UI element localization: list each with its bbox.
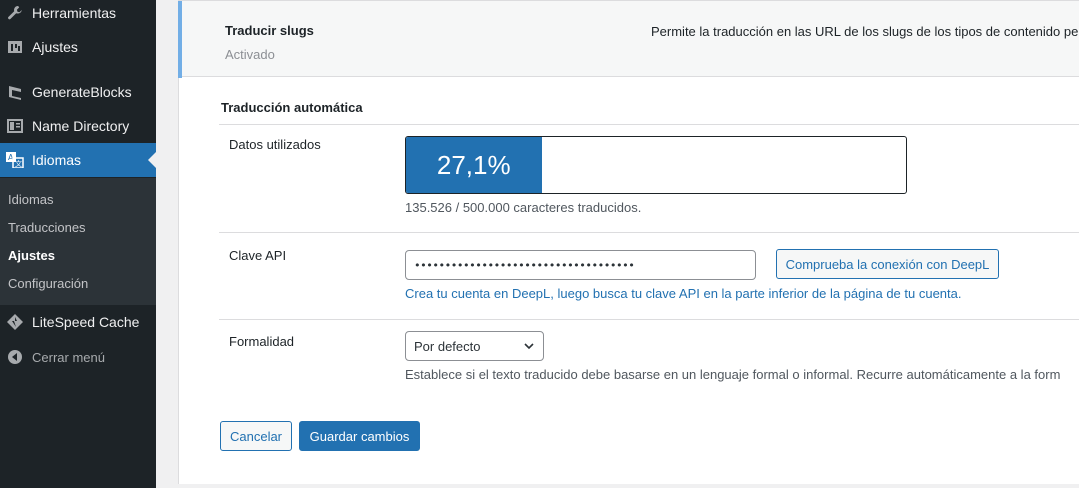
menu-item-name-directory[interactable]: Name Directory: [0, 109, 156, 143]
active-row-indicator: [178, 1, 182, 78]
submenu-item-traducciones[interactable]: Traducciones: [8, 220, 86, 235]
usage-label: Datos utilizados: [229, 137, 321, 152]
menu-item-generateblocks[interactable]: GenerateBlocks: [0, 75, 156, 109]
menu-label: LiteSpeed Cache: [32, 314, 140, 330]
menu-label: Idiomas: [32, 152, 82, 168]
divider: [219, 232, 1079, 233]
formality-label: Formalidad: [229, 334, 295, 349]
menu-item-herramientas[interactable]: Herramientas: [0, 0, 156, 30]
menu-item-idiomas[interactable]: A文 Idiomas: [0, 143, 156, 177]
settings-panel: Traducir slugs Activado Permite la tradu…: [178, 0, 1079, 484]
menu-item-litespeed-cache[interactable]: LiteSpeed Cache: [0, 305, 156, 339]
litespeed-icon: [5, 312, 25, 332]
save-changes-button[interactable]: Guardar cambios: [299, 421, 420, 451]
main-content: Traducir slugs Activado Permite la tradu…: [156, 0, 1079, 488]
collapse-menu-button[interactable]: Cerrar menú: [0, 340, 156, 374]
menu-label: GenerateBlocks: [32, 84, 132, 100]
menu-label: Herramientas: [32, 5, 117, 21]
menu-item-ajustes[interactable]: Ajustes: [0, 30, 156, 64]
submenu-item-idiomas[interactable]: Idiomas: [8, 192, 54, 207]
translate-slugs-row[interactable]: Traducir slugs Activado Permite la tradu…: [178, 0, 1079, 78]
settings-icon: [5, 37, 25, 57]
wrench-icon: [5, 3, 25, 23]
generateblocks-icon: [5, 82, 25, 102]
cancel-button[interactable]: Cancelar: [220, 421, 292, 451]
check-deepl-connection-button[interactable]: Comprueba la conexión con DeepL: [776, 249, 999, 279]
admin-sidebar: Herramientas Ajustes GenerateBlocks Name…: [0, 0, 156, 488]
submenu-item-configuracion[interactable]: Configuración: [8, 276, 88, 291]
formality-select[interactable]: Por defecto: [405, 331, 544, 361]
formality-description: Establece si el texto traducido debe bas…: [405, 367, 1061, 382]
menu-label: Name Directory: [32, 118, 130, 134]
divider: [219, 319, 1079, 320]
usage-detail: 135.526 / 500.000 caracteres traducidos.: [405, 200, 642, 215]
formality-selected-value: Por defecto: [414, 338, 481, 354]
usage-percent: 27,1%: [436, 149, 511, 180]
usage-progress-bar: 27,1%: [405, 136, 907, 194]
directory-icon: [5, 116, 25, 136]
slugs-title: Traducir slugs: [225, 23, 314, 38]
deepl-help-link[interactable]: Crea tu cuenta en DeepL, luego busca tu …: [405, 286, 962, 301]
slugs-description: Permite la traducción en las URL de los …: [651, 24, 1079, 39]
divider: [219, 124, 1079, 125]
idiomas-submenu: Idiomas Traducciones Ajustes Configuraci…: [0, 178, 156, 305]
collapse-arrow-icon: [5, 347, 25, 367]
usage-progress-fill: 27,1%: [406, 137, 542, 193]
submenu-item-ajustes[interactable]: Ajustes: [8, 248, 55, 263]
collapse-label: Cerrar menú: [32, 349, 105, 365]
menu-label: Ajustes: [32, 39, 78, 55]
api-key-input[interactable]: ••••••••••••••••••••••••••••••••••••: [405, 250, 756, 280]
chevron-down-icon: [523, 340, 535, 355]
api-key-label: Clave API: [229, 248, 287, 263]
translate-icon: A文: [5, 150, 25, 170]
slugs-status: Activado: [225, 47, 275, 62]
svg-text:文: 文: [15, 159, 22, 168]
auto-translation-heading: Traducción automática: [221, 100, 363, 115]
